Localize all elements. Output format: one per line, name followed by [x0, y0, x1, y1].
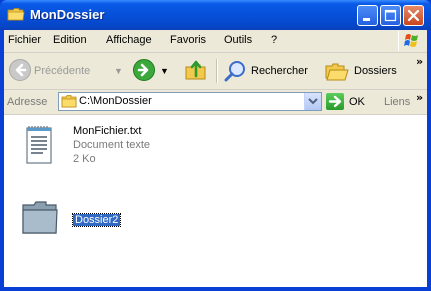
- search-icon[interactable]: [224, 59, 248, 86]
- go-button[interactable]: OK: [349, 96, 365, 108]
- menu-help[interactable]: ?: [271, 34, 277, 46]
- forward-dropdown-icon[interactable]: ▼: [160, 66, 169, 76]
- address-value: C:\MonDossier: [79, 95, 152, 107]
- menu-bar: Fichier Edition Affichage Favoris Outils…: [4, 30, 427, 53]
- list-item[interactable]: Dossier2: [16, 197, 216, 247]
- back-arrow-icon[interactable]: [8, 58, 32, 85]
- folder-icon: [61, 94, 77, 112]
- up-folder-icon[interactable]: [184, 59, 208, 84]
- close-button[interactable]: [403, 5, 424, 26]
- menu-outils[interactable]: Outils: [224, 34, 252, 46]
- folder-name[interactable]: Dossier2: [71, 213, 122, 227]
- back-dropdown-icon[interactable]: ▼: [114, 66, 123, 76]
- address-label: Adresse: [7, 96, 48, 108]
- folders-icon[interactable]: [324, 60, 350, 85]
- menu-fichier[interactable]: Fichier: [8, 34, 41, 46]
- file-type: Document texte: [73, 139, 151, 151]
- folders-button[interactable]: Dossiers: [354, 65, 397, 77]
- address-bar: Adresse C:\MonDossier OK Liens »: [4, 90, 427, 115]
- menu-affichage[interactable]: Affichage: [106, 34, 152, 46]
- minimize-button[interactable]: [357, 5, 378, 26]
- toolbar-separator: [216, 59, 217, 83]
- menu-favoris[interactable]: Favoris: [170, 34, 206, 46]
- address-input[interactable]: C:\MonDossier: [58, 92, 322, 111]
- maximize-button[interactable]: [380, 5, 401, 26]
- title-bar[interactable]: MonDossier: [0, 0, 431, 30]
- folder-icon: [7, 7, 25, 22]
- text-document-icon: [23, 125, 55, 168]
- file-size: 2 Ko: [73, 153, 96, 165]
- links-chevron-icon[interactable]: »: [416, 91, 423, 104]
- back-button[interactable]: Précédente: [34, 65, 90, 77]
- client-area: Fichier Edition Affichage Favoris Outils…: [4, 30, 427, 287]
- file-list[interactable]: MonFichier.txt Document texte 2 Ko Dossi…: [4, 115, 427, 287]
- file-name: MonFichier.txt: [73, 125, 142, 137]
- go-arrow-icon[interactable]: [326, 93, 344, 110]
- address-dropdown-button[interactable]: [304, 93, 321, 110]
- windows-logo-icon: [398, 31, 425, 51]
- links-toolbar[interactable]: Liens: [384, 96, 410, 108]
- forward-arrow-icon[interactable]: [132, 58, 156, 85]
- explorer-window: MonDossier Fichier Edition Affichage Fav…: [0, 0, 431, 291]
- standard-toolbar: Précédente ▼ ▼ Rechercher Dossiers »: [4, 53, 427, 90]
- window-title: MonDossier: [30, 7, 105, 22]
- menu-edition[interactable]: Edition: [53, 34, 87, 46]
- folder-icon: [20, 197, 60, 240]
- search-button[interactable]: Rechercher: [251, 65, 308, 77]
- list-item[interactable]: MonFichier.txt Document texte 2 Ko: [16, 125, 256, 175]
- toolbar-overflow-chevron-icon[interactable]: »: [416, 55, 423, 68]
